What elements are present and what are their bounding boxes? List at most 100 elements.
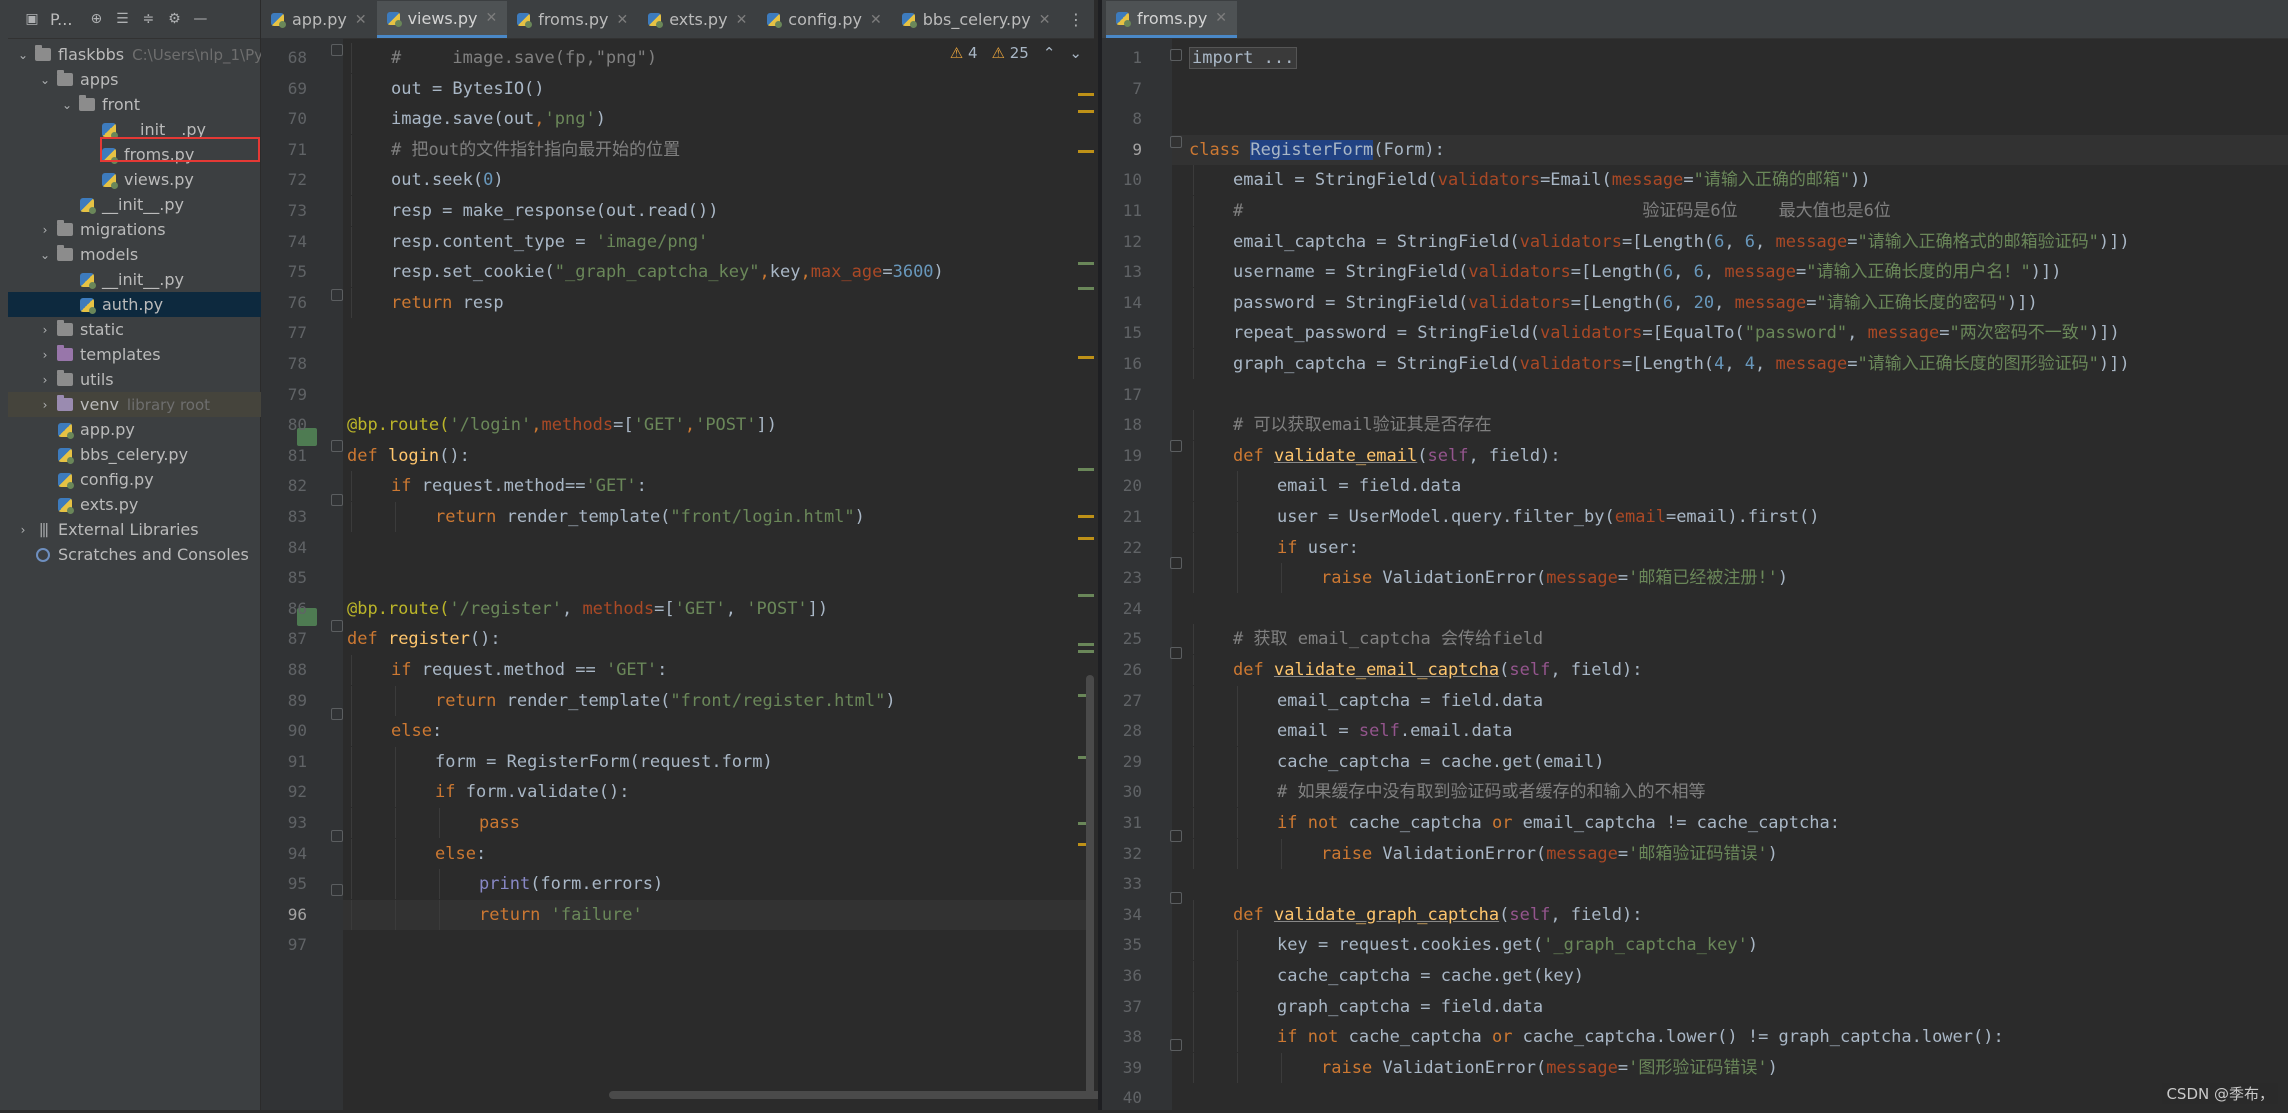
next-highlight-icon[interactable]: ⌄ [1069,44,1082,62]
close-icon[interactable]: ✕ [736,12,748,28]
code-line[interactable]: # 如果缓存中没有取到验证码或者缓存的和输入的不相等 [1277,777,1705,807]
code-line[interactable]: else: [435,839,486,869]
code-line[interactable]: email = field.data [1277,471,1461,501]
code-line[interactable]: else: [391,716,442,746]
fold-marker[interactable] [331,884,343,896]
fold-marker[interactable] [1170,557,1182,569]
chevron-down-icon[interactable]: ⌄ [16,48,30,62]
code-line[interactable]: resp.set_cookie("_graph_captcha_key",key… [391,257,944,287]
code-line[interactable]: resp.content_type = 'image/png' [391,227,708,257]
code-line[interactable]: pass [479,808,520,838]
code-line[interactable]: print(form.errors) [479,869,663,899]
code-line[interactable]: raise ValidationError(message='邮箱验证码错误') [1321,839,1778,869]
chevron-right-icon[interactable]: › [38,223,52,237]
code-line[interactable]: cache_captcha = cache.get(key) [1277,961,1584,991]
code-line[interactable]: return resp [391,288,504,318]
fold-marker[interactable] [1170,892,1182,904]
expand-all-icon[interactable]: ☰ [114,11,130,27]
code-line[interactable]: @bp.route('/login',methods=['GET','POST'… [347,410,777,440]
prev-highlight-icon[interactable]: ⌃ [1043,44,1056,62]
close-icon[interactable]: ✕ [870,12,882,28]
code-line[interactable]: def login(): [347,441,470,471]
error-stripe-mark[interactable] [1078,287,1094,290]
code-line[interactable]: graph_captcha = field.data [1277,992,1543,1022]
code-line[interactable]: if not cache_captcha or cache_captcha.lo… [1277,1022,2004,1052]
code-line[interactable]: graph_captcha = StringField(validators=[… [1233,349,2130,379]
error-stripe-mark[interactable] [1078,594,1094,597]
tree-item[interactable]: app.py [8,417,290,442]
tab-froms-py[interactable]: froms.py ✕ [507,1,638,38]
fold-marker[interactable] [1170,647,1182,659]
error-stripe-mark[interactable] [1078,643,1094,646]
tab-app-py[interactable]: app.py ✕ [261,1,377,38]
error-stripe-mark[interactable] [1078,515,1094,518]
tab-config-py[interactable]: config.py ✕ [757,1,891,38]
fold-marker[interactable] [331,440,343,452]
code-line[interactable]: image.save(out,'png') [391,104,606,134]
code-line[interactable]: def register(): [347,624,501,654]
code-line[interactable]: resp = make_response(out.read()) [391,196,719,226]
code-line[interactable]: cache_captcha = cache.get(email) [1277,747,1605,777]
code-line[interactable]: raise ValidationError(message='邮箱已经被注册!'… [1321,563,1788,593]
code-line[interactable]: # 获取 email_captcha 会传给field [1233,624,1543,654]
fold-marker[interactable] [1170,1039,1182,1051]
tree-item[interactable]: › venv library root [8,392,290,417]
tree-item[interactable]: exts.py [8,492,290,517]
code-line[interactable]: import ... [1189,43,1298,73]
code-line[interactable]: def validate_email_captcha(self, field): [1233,655,1642,685]
tree-item[interactable]: › static [8,317,290,342]
project-icon[interactable]: ▣ [24,11,40,27]
code-line[interactable]: if request.method=='GET': [391,471,647,501]
code-line[interactable]: return render_template("front/login.html… [435,502,865,532]
code-line[interactable]: user = UserModel.query.filter_by(email=e… [1277,502,1819,532]
error-stripe-mark[interactable] [1078,650,1094,653]
code-line[interactable]: return 'failure' [479,900,643,930]
tree-item[interactable]: bbs_celery.py [8,442,290,467]
code-line[interactable]: def validate_email(self, field): [1233,441,1561,471]
tree-item[interactable]: ⌄ models [8,242,290,267]
horizontal-scrollbar[interactable] [609,1091,1154,1099]
chevron-right-icon[interactable]: › [38,398,52,412]
tab-exts-py[interactable]: exts.py ✕ [638,1,757,38]
chevron-right-icon[interactable]: › [38,348,52,362]
fold-marker[interactable] [1170,830,1182,842]
close-icon[interactable]: ✕ [1039,12,1051,28]
collapse-all-icon[interactable]: ≑ [140,11,156,27]
error-stripe-mark[interactable] [1078,356,1094,359]
fold-marker[interactable] [331,708,343,720]
code-line[interactable]: password = StringField(validators=[Lengt… [1233,288,2038,318]
error-stripe-mark[interactable] [1078,262,1094,265]
vertical-scrollbar[interactable] [1086,675,1094,1095]
tree-item[interactable]: › ||| External Libraries [8,517,268,542]
more-tabs-icon[interactable]: ⋮ [1068,10,1084,29]
close-icon[interactable]: ✕ [1215,10,1227,26]
fold-marker[interactable] [331,494,343,506]
tree-item[interactable]: ⌄ flaskbbs C:\Users\nlp_1\Py [8,42,268,67]
code-line[interactable]: repeat_password = StringField(validators… [1233,318,2120,348]
gear-icon[interactable]: ⚙ [166,11,182,27]
chevron-right-icon[interactable]: › [38,323,52,337]
code-line[interactable]: if form.validate(): [435,777,629,807]
project-panel-title[interactable]: P... [50,10,72,29]
chevron-down-icon[interactable]: ⌄ [38,248,52,262]
inspection-widget[interactable]: ⚠ 4 ⚠ 25 ⌃ ⌄ [950,44,1082,62]
locate-icon[interactable]: ⊕ [88,11,104,27]
tab-views-py[interactable]: views.py ✕ [376,1,508,38]
tab-bbs_celery-py[interactable]: bbs_celery.py ✕ [892,1,1061,38]
close-icon[interactable]: ✕ [355,12,367,28]
code-line[interactable]: # image.save(fp,"png") [391,43,657,73]
code-line[interactable]: email = StringField(validators=Email(mes… [1233,165,1871,195]
code-line[interactable]: if not cache_captcha or email_captcha !=… [1277,808,1840,838]
chevron-down-icon[interactable]: ⌄ [60,98,74,112]
error-stripe-mark[interactable] [1078,150,1094,153]
code-line[interactable]: out.seek(0) [391,165,504,195]
code-line[interactable]: email_captcha = StringField(validators=[… [1233,227,2130,257]
chevron-right-icon[interactable]: › [38,373,52,387]
close-icon[interactable]: ✕ [616,12,628,28]
fold-marker[interactable] [331,289,343,301]
code-line[interactable]: out = BytesIO() [391,74,545,104]
fold-marker[interactable] [331,830,343,842]
chevron-right-icon[interactable]: › [16,523,30,537]
tree-item[interactable]: › migrations [8,217,290,242]
warning-count[interactable]: ⚠ 4 [950,44,978,62]
